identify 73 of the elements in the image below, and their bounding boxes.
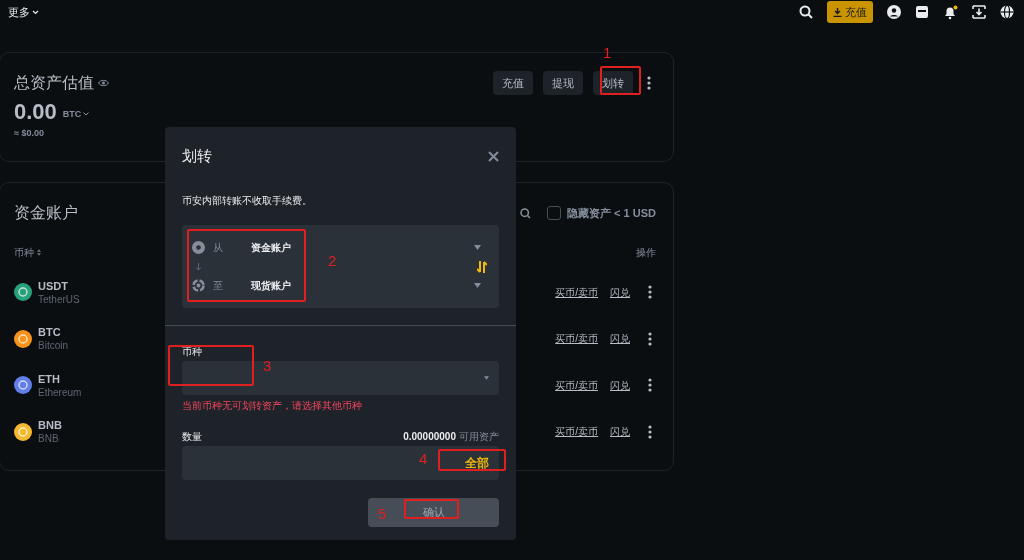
sort-icon[interactable] (37, 248, 41, 256)
globe-icon[interactable] (1000, 5, 1014, 19)
account-selector[interactable]: 资金账户 (251, 240, 474, 255)
action-link[interactable]: 闪兑 (610, 424, 630, 440)
available-balance: 0.00000000 (403, 430, 456, 444)
account-label: 从 (213, 241, 224, 255)
action-link[interactable]: 买币/卖币 (555, 424, 598, 440)
max-button[interactable]: 全部 (465, 454, 489, 472)
more-icon[interactable] (647, 76, 651, 90)
balance-amount: 0.00 (14, 99, 57, 125)
close-icon[interactable] (488, 150, 499, 162)
checkbox[interactable] (547, 206, 562, 220)
exchange-icon (192, 279, 205, 292)
action-link[interactable]: 闪兑 (610, 284, 630, 300)
section-title: 总资产估值 (14, 73, 94, 93)
more-icon[interactable] (648, 378, 652, 393)
search-icon[interactable] (799, 5, 813, 19)
more-menu[interactable]: 更多 (8, 3, 30, 21)
column-header: 币种 (14, 245, 34, 260)
account-selector[interactable]: 现货账户 (251, 278, 474, 293)
coin-name: TetherUS (38, 292, 80, 306)
coin-symbol: BTC (38, 325, 62, 340)
error-message: 当前币种无可划转资产，请选择其他币种 (181, 399, 363, 413)
checkbox-label: 隐藏资产 < 1 USD (567, 205, 656, 221)
action-link[interactable]: 买币/卖币 (555, 377, 598, 393)
coin-symbol: BNB (38, 418, 62, 433)
highlight-frame (404, 499, 459, 519)
account-label: 至 (213, 279, 224, 293)
user-icon[interactable] (887, 5, 901, 19)
action-link[interactable]: 闪兑 (610, 377, 630, 393)
step-number: 3 (263, 357, 272, 375)
wallet-icon[interactable] (915, 5, 929, 19)
circle-dot-icon (192, 241, 205, 254)
deposit-button[interactable]: 充值 (827, 1, 873, 23)
caret-icon (474, 245, 481, 250)
highlight-frame (600, 66, 641, 95)
more-icon[interactable] (648, 285, 652, 300)
unit-selector[interactable]: BTC (62, 107, 82, 121)
fee-note: 币安内部转账不收取手续费。 (181, 194, 313, 208)
fiat-value: ≈ $0.00 (14, 127, 45, 140)
step-number: 1 (603, 44, 612, 62)
column-header: 操作 (636, 245, 656, 260)
coin-symbol: ETH (38, 371, 61, 386)
caret-icon (484, 376, 489, 380)
action-link[interactable]: 闪兑 (610, 331, 630, 347)
coin-name: Bitcoin (38, 339, 68, 353)
section-title: 资金账户 (14, 203, 78, 223)
more-icon[interactable] (648, 424, 652, 439)
bell-icon[interactable] (943, 4, 958, 20)
field-label: 数量 (182, 430, 202, 444)
step-number: 2 (328, 252, 337, 270)
available-label: 可用资产 (459, 430, 499, 444)
search-icon[interactable] (520, 207, 532, 219)
eye-icon[interactable] (98, 79, 109, 87)
action-link[interactable]: 买币/卖币 (555, 331, 598, 347)
step-number: 4 (419, 450, 428, 468)
coin-name: BNB (38, 432, 60, 446)
caret-icon (474, 283, 481, 288)
more-icon[interactable] (648, 331, 652, 346)
dialog-title: 划转 (182, 145, 212, 166)
download-app-icon[interactable] (972, 5, 986, 19)
action-button[interactable]: 充值 (493, 71, 533, 95)
step-number: 5 (378, 505, 387, 523)
coin-symbol: USDT (38, 278, 69, 293)
action-button[interactable]: 提现 (543, 71, 583, 95)
download-icon (833, 7, 842, 17)
coin-name: Ethereum (38, 385, 82, 399)
field-label: 币种 (181, 345, 203, 359)
chevron-icon (32, 9, 39, 15)
swap-icon[interactable] (477, 260, 487, 273)
action-link[interactable]: 买币/卖币 (555, 284, 598, 300)
highlight-frame (438, 449, 506, 471)
chevron-icon (83, 112, 90, 117)
